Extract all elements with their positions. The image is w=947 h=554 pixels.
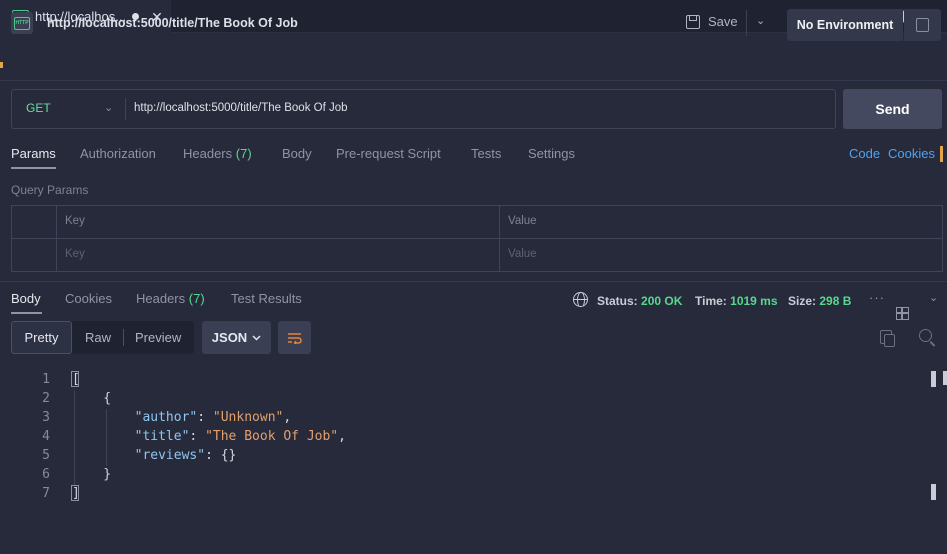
tab-params[interactable]: Params	[11, 146, 56, 161]
line-number: 4	[42, 429, 50, 444]
table-divider	[499, 205, 500, 272]
copy-icon[interactable]	[880, 330, 895, 347]
more-options-icon[interactable]: ···	[869, 290, 885, 305]
language-label: JSON	[211, 330, 248, 345]
tab-authorization[interactable]: Authorization	[80, 146, 156, 161]
chevron-down-icon[interactable]: ⌄	[929, 291, 938, 304]
environment-selector[interactable]: No Environment	[787, 9, 903, 41]
table-divider	[11, 238, 943, 239]
chevron-down-icon	[252, 334, 261, 341]
http-icon: HTTP	[14, 16, 30, 30]
wrap-lines-button[interactable]	[278, 321, 311, 354]
size-value: 298 B	[819, 294, 852, 308]
method-select[interactable]: GET	[26, 101, 51, 115]
wrap-lines-icon	[288, 332, 302, 344]
activity-marker	[0, 62, 3, 68]
chevron-down-icon[interactable]: ⌄	[756, 14, 765, 27]
active-tab-indicator	[11, 312, 42, 314]
code-link[interactable]: Code	[849, 146, 880, 161]
headers-count: (7)	[188, 291, 205, 306]
request-title: http://localhost:5000/title/The Book Of …	[47, 16, 298, 30]
tab-pre-request-script[interactable]: Pre-request Script	[336, 146, 441, 161]
response-tab-test-results[interactable]: Test Results	[231, 291, 302, 306]
size-meta: Size: 298 B	[788, 294, 852, 308]
overview-ruler-marker	[943, 371, 947, 385]
raw-button[interactable]: Raw	[85, 330, 111, 345]
chevron-down-icon[interactable]: ⌄	[104, 101, 113, 114]
save-icon	[686, 14, 700, 29]
layout-icon[interactable]	[896, 307, 909, 320]
param-value-input[interactable]: Value	[508, 248, 537, 260]
code-line: {	[72, 391, 112, 406]
time-meta: Time: 1019 ms	[695, 294, 778, 308]
code-line: "reviews": {}	[134, 448, 237, 463]
response-tab-headers[interactable]: Headers (7)	[136, 291, 205, 306]
tab-tests[interactable]: Tests	[471, 146, 501, 161]
tab-body[interactable]: Body	[282, 146, 312, 161]
panel-edge-marker	[940, 146, 943, 162]
code-line: ]	[72, 486, 80, 501]
line-number: 6	[42, 467, 50, 482]
save-button[interactable]: Save	[686, 14, 738, 29]
line-number: 2	[42, 391, 50, 406]
scrollbar-thumb[interactable]	[931, 484, 936, 500]
code-line: }	[72, 467, 112, 482]
code-line: "author": "Unknown",	[134, 410, 292, 425]
code-line: "title": "The Book Of Job",	[134, 429, 346, 444]
tab-headers[interactable]: Headers (7)	[183, 146, 252, 161]
save-divider	[746, 10, 747, 36]
url-input[interactable]: http://localhost:5000/title/The Book Of …	[134, 102, 348, 114]
globe-icon[interactable]	[573, 292, 588, 307]
scrollbar-thumb[interactable]	[931, 371, 936, 387]
format-divider	[123, 329, 124, 346]
code-line: [	[72, 372, 80, 387]
query-params-label: Query Params	[11, 183, 89, 197]
table-divider	[56, 205, 57, 272]
url-divider	[125, 98, 126, 120]
param-key-input[interactable]: Key	[65, 248, 85, 260]
column-header-value: Value	[508, 215, 537, 227]
request-type-icon: HTTP	[11, 12, 33, 34]
language-select[interactable]: JSON	[202, 321, 271, 354]
environment-settings-button[interactable]	[904, 9, 941, 41]
line-number: 7	[42, 486, 50, 501]
status-value: 200 OK	[641, 294, 683, 308]
preview-button[interactable]: Preview	[135, 330, 181, 345]
response-tab-cookies[interactable]: Cookies	[65, 291, 112, 306]
search-icon[interactable]	[919, 329, 932, 342]
pretty-button[interactable]: Pretty	[11, 321, 72, 354]
response-tab-body[interactable]: Body	[11, 291, 41, 306]
active-tab-indicator	[11, 167, 56, 169]
time-value: 1019 ms	[730, 294, 778, 308]
line-number: 1	[42, 372, 50, 387]
save-label: Save	[708, 14, 738, 29]
column-header-key: Key	[65, 215, 85, 227]
line-number: 5	[42, 448, 50, 463]
line-number: 3	[42, 410, 50, 425]
environment-icon	[916, 18, 929, 32]
tab-settings[interactable]: Settings	[528, 146, 575, 161]
headers-count: (7)	[235, 146, 252, 161]
cookies-link[interactable]: Cookies	[888, 146, 935, 161]
status-meta: Status: 200 OK	[597, 294, 683, 308]
send-button[interactable]: Send	[843, 89, 942, 129]
response-divider	[0, 281, 947, 282]
